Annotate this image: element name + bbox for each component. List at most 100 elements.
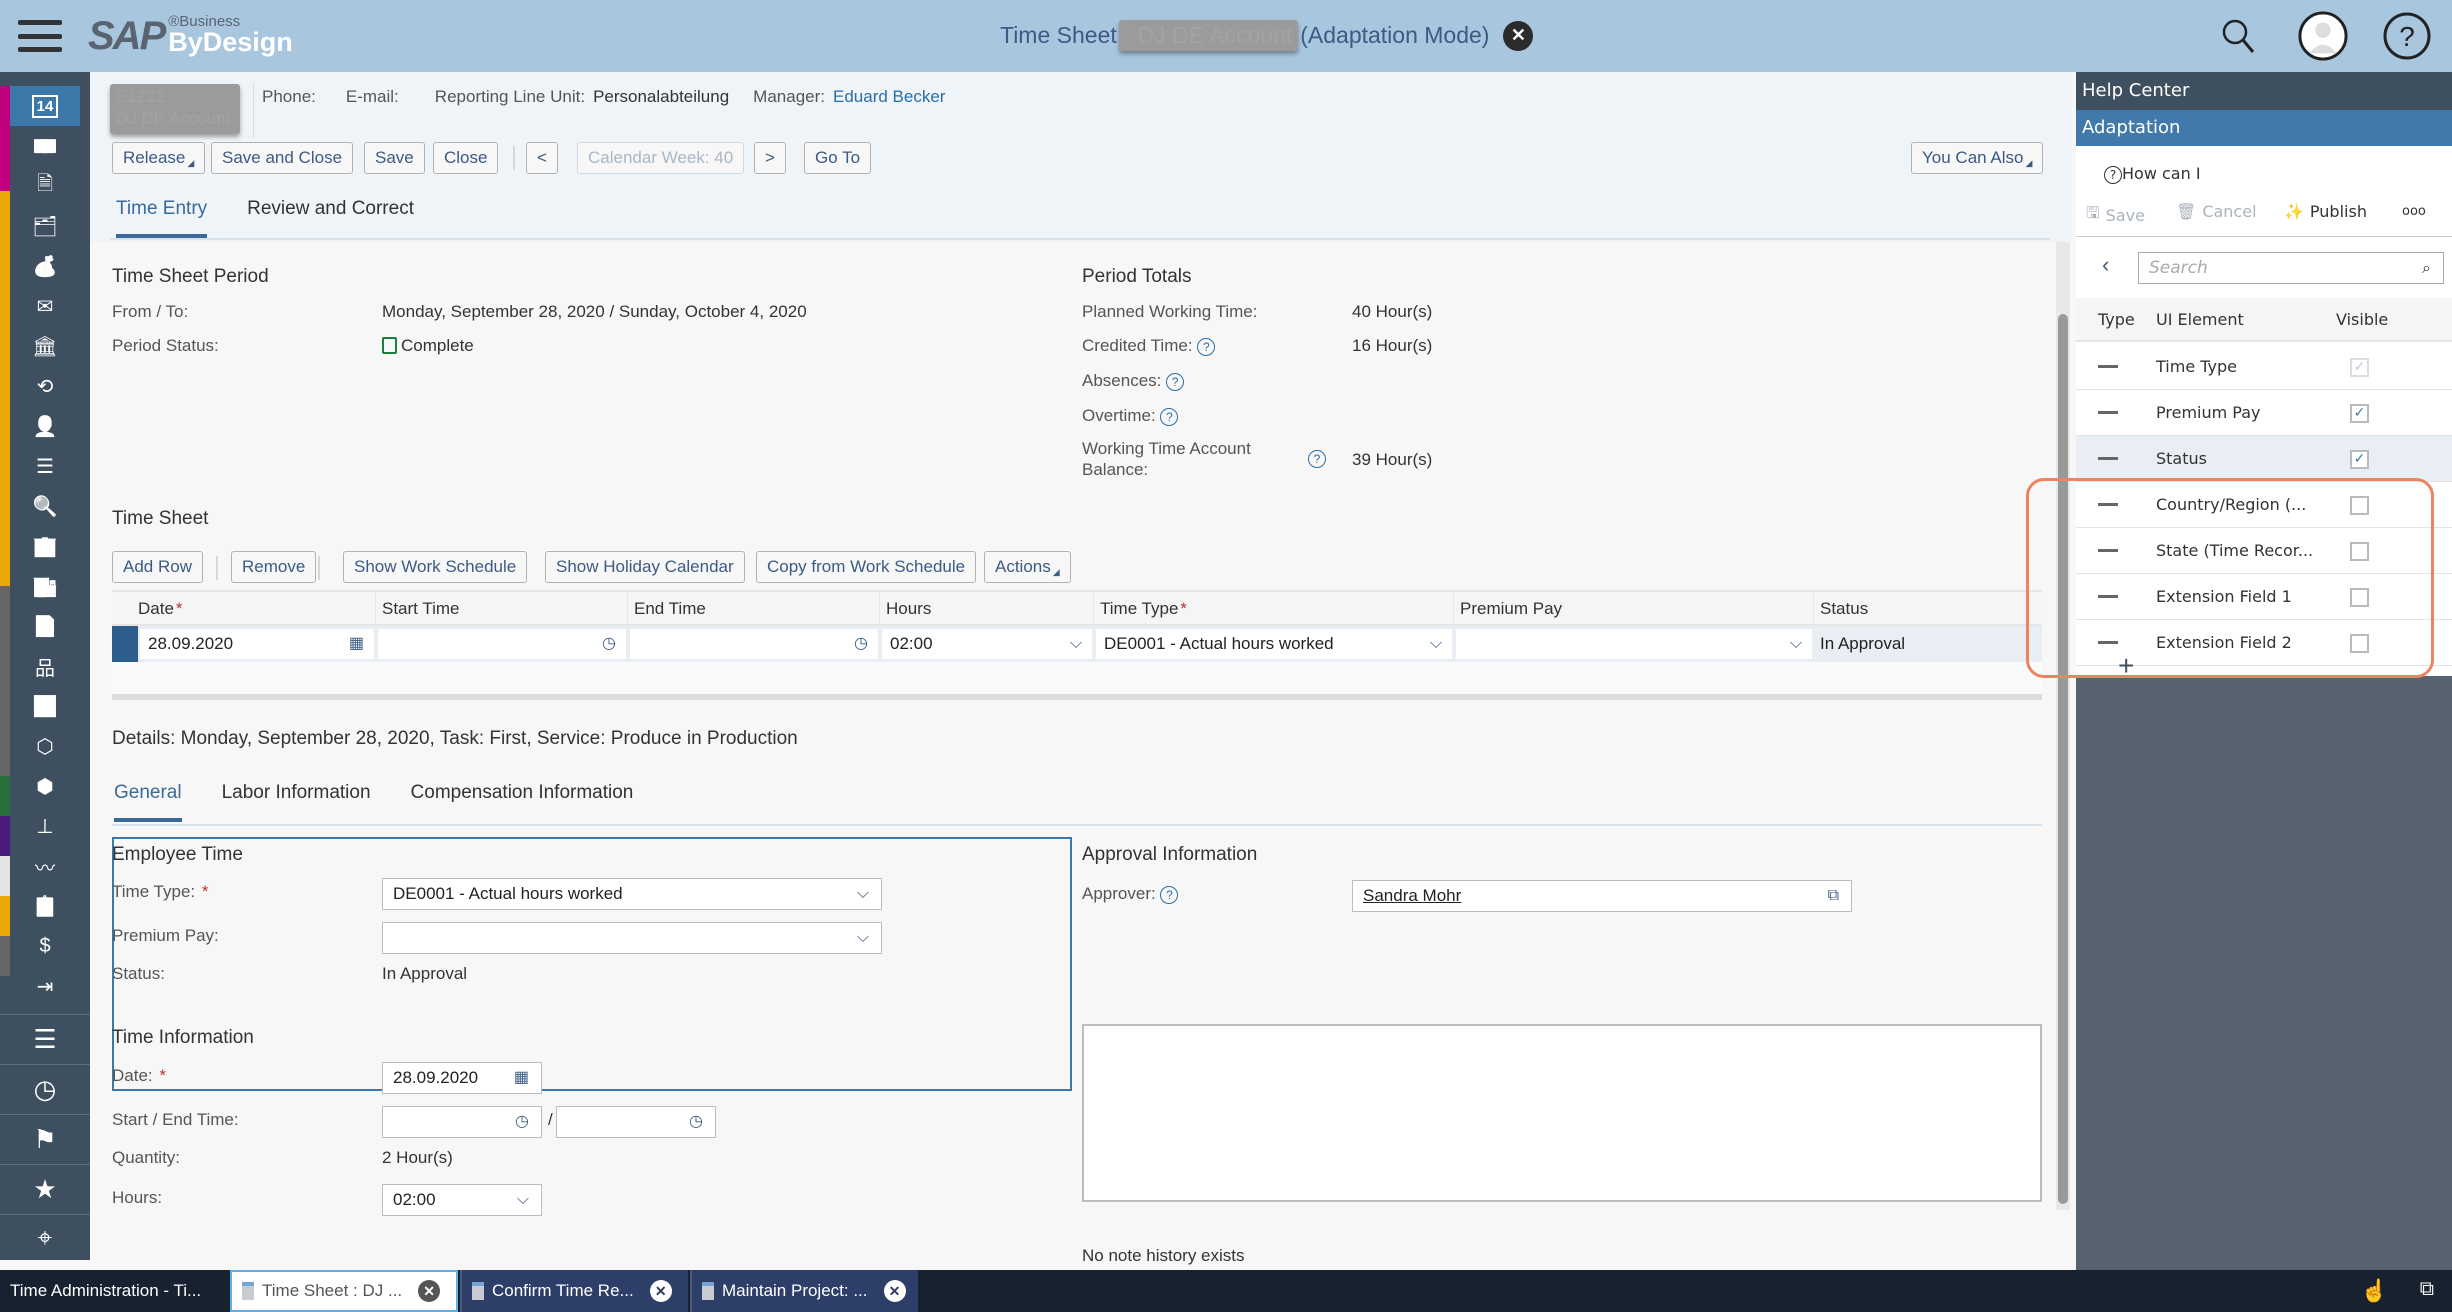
dollar-icon[interactable]: $: [10, 926, 80, 966]
end-time-cell-input[interactable]: ◷: [630, 629, 878, 659]
chevron-down-icon[interactable]: ⌵: [1790, 629, 1802, 659]
bank-icon[interactable]: 🏛: [10, 326, 80, 366]
premium-pay-select[interactable]: ⌵: [382, 922, 882, 954]
task-tab[interactable]: Time Administration - Ti...: [0, 1270, 228, 1312]
calendar-icon[interactable]: ▦: [349, 629, 364, 659]
table-horizontal-scrollbar[interactable]: [112, 694, 2042, 700]
cash-icon[interactable]: 💵: [10, 126, 80, 166]
help-icon[interactable]: ?: [1160, 407, 1179, 426]
end-time-input[interactable]: ◷: [556, 1106, 716, 1138]
help-icon[interactable]: ?: [2382, 10, 2432, 62]
analytics-icon[interactable]: 📊: [10, 686, 80, 726]
ui-element-row[interactable]: Country/Region (...: [2076, 482, 2452, 528]
approver-link[interactable]: Sandra Mohr: [1363, 886, 1461, 905]
list-icon[interactable]: ☰: [10, 446, 80, 486]
building-icon[interactable]: 🏢: [10, 526, 80, 566]
main-vertical-scrollbar[interactable]: [2056, 242, 2070, 1210]
help-center-header[interactable]: Help Center: [2076, 72, 2452, 110]
search-icon[interactable]: [2214, 10, 2264, 62]
chevron-down-icon[interactable]: ⌵: [857, 923, 869, 953]
chevron-down-icon[interactable]: ⌵: [1430, 629, 1442, 659]
document-money-icon[interactable]: 📄: [10, 606, 80, 646]
column-premium-pay[interactable]: Premium Pay: [1454, 592, 1814, 628]
start-time-input[interactable]: ◷: [382, 1106, 542, 1138]
approver-field[interactable]: Sandra Mohr ⧉: [1352, 880, 1852, 912]
clipboard-icon[interactable]: 📋: [10, 886, 80, 926]
date-cell-input[interactable]: 28.09.2020 ▦: [140, 629, 374, 659]
manager-link[interactable]: Eduard Becker: [833, 87, 945, 107]
chevron-down-icon[interactable]: ⌵: [1070, 629, 1082, 659]
user-avatar-icon[interactable]: [2298, 10, 2348, 62]
visible-checkbox[interactable]: [2350, 634, 2369, 653]
more-options-icon[interactable]: ooo: [2402, 204, 2426, 219]
close-all-windows-icon[interactable]: ⧉: [2420, 1278, 2434, 1301]
close-tab-icon[interactable]: ✕: [418, 1280, 441, 1302]
time-type-select[interactable]: DE0001 - Actual hours worked ⌵: [382, 878, 882, 910]
chevron-down-icon[interactable]: ⌵: [857, 879, 869, 909]
help-icon[interactable]: ?: [1166, 372, 1185, 391]
column-time-type[interactable]: Time Type *: [1094, 592, 1454, 628]
column-hours[interactable]: Hours: [880, 592, 1094, 628]
chart-wave-icon[interactable]: 〰: [10, 846, 80, 886]
save-and-close-button[interactable]: Save and Close: [211, 142, 354, 174]
how-can-i-link[interactable]: ? How can I: [2104, 164, 2201, 184]
open-in-new-window-icon[interactable]: ⧉: [1828, 881, 1839, 911]
tab-review-and-correct[interactable]: Review and Correct: [247, 198, 414, 238]
hierarchy-icon[interactable]: ⊥: [10, 806, 80, 846]
wta-help-icon[interactable]: ?: [1308, 448, 1326, 468]
ui-element-row[interactable]: Premium Pay ✓: [2076, 390, 2452, 436]
go-to-button[interactable]: Go To: [804, 142, 872, 174]
work-list-icon[interactable]: ☰: [0, 1014, 90, 1064]
currency-exchange-icon[interactable]: ⟲: [10, 366, 80, 406]
element-search-input[interactable]: Search ⌕: [2138, 252, 2444, 284]
visible-checkbox[interactable]: [2350, 588, 2369, 607]
column-start-time[interactable]: Start Time: [376, 592, 628, 628]
start-time-cell-input[interactable]: ◷: [378, 629, 626, 659]
task-tab[interactable]: Confirm Time Re... ✕: [460, 1270, 688, 1312]
hours-select[interactable]: 02:00 ⌵: [382, 1184, 542, 1216]
task-tab[interactable]: Maintain Project: ... ✕: [690, 1270, 918, 1312]
premium-pay-cell-select[interactable]: ⌵: [1456, 629, 1812, 659]
date-input[interactable]: 28.09.2020 ▦: [382, 1062, 542, 1094]
clock-icon[interactable]: ◷: [0, 1064, 90, 1114]
visible-checkbox[interactable]: ✓: [2350, 450, 2369, 469]
tab-labor-information[interactable]: Labor Information: [222, 782, 371, 822]
remove-button[interactable]: Remove: [231, 551, 317, 583]
publish-button[interactable]: ✨ Publish: [2284, 202, 2367, 221]
building-money-icon[interactable]: 🏬: [10, 566, 80, 606]
ui-element-row[interactable]: Status ✓: [2076, 436, 2452, 482]
calendar-icon[interactable]: 14: [10, 86, 80, 126]
tab-general[interactable]: General: [114, 782, 182, 822]
transfer-icon[interactable]: ⇥: [10, 966, 80, 1006]
scrollbar-thumb[interactable]: [2058, 314, 2068, 1204]
favorites-icon[interactable]: ★: [0, 1164, 90, 1214]
org-chart-icon[interactable]: 品: [10, 646, 80, 686]
clock-icon[interactable]: ◷: [854, 629, 868, 659]
invoice-icon[interactable]: 🗎: [10, 166, 80, 206]
close-tab-icon[interactable]: ✕: [883, 1280, 906, 1302]
visible-checkbox[interactable]: [2350, 496, 2369, 515]
tag-icon[interactable]: ⌖: [0, 1214, 90, 1260]
box-icon[interactable]: ⬡: [10, 726, 80, 766]
visible-checkbox[interactable]: [2350, 542, 2369, 561]
flag-icon[interactable]: ⚑: [0, 1114, 90, 1164]
ui-element-row[interactable]: State (Time Recor...: [2076, 528, 2452, 574]
clock-icon[interactable]: ◷: [689, 1107, 703, 1137]
column-end-time[interactable]: End Time: [628, 592, 880, 628]
save-button[interactable]: Save: [364, 142, 425, 174]
money-bag-icon[interactable]: 💰: [10, 246, 80, 286]
clock-icon[interactable]: ◷: [515, 1107, 529, 1137]
column-status[interactable]: Status: [1814, 592, 2042, 628]
show-holiday-calendar-button[interactable]: Show Holiday Calendar: [545, 551, 745, 583]
you-can-also-button[interactable]: You Can Also ◢: [1911, 142, 2044, 174]
task-tab[interactable]: Time Sheet : DJ ... ✕: [230, 1270, 458, 1312]
close-tab-icon[interactable]: ✕: [649, 1280, 672, 1302]
notes-textarea[interactable]: [1082, 1024, 2042, 1202]
menu-hamburger-icon[interactable]: [18, 20, 62, 52]
column-date[interactable]: Date *: [132, 592, 376, 628]
table-row[interactable]: 28.09.2020 ▦ ◷ ◷ 02:00 ⌵ DE0001 - Actual h…: [112, 626, 2042, 662]
help-icon[interactable]: ?: [1160, 885, 1179, 904]
product-icon[interactable]: ⬢: [10, 766, 80, 806]
row-selector[interactable]: [112, 626, 138, 662]
hours-cell-select[interactable]: 02:00 ⌵: [882, 629, 1092, 659]
